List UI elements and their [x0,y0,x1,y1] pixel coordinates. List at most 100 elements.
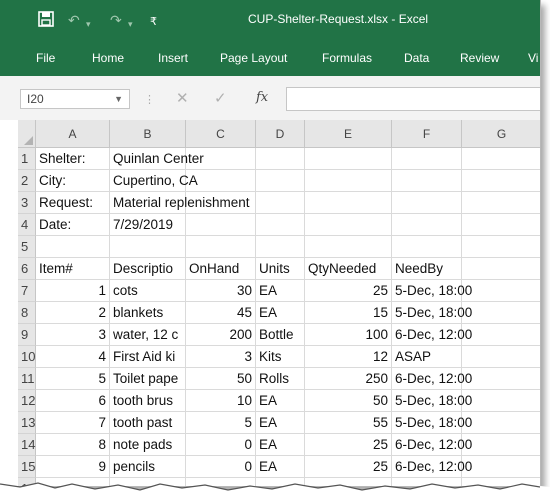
cell-g10[interactable] [462,346,540,368]
cell-e10[interactable]: 12 [305,346,392,368]
insert-function-icon[interactable]: fx [256,90,268,105]
cell-g4[interactable] [462,214,540,236]
cell-d8[interactable]: EA [256,302,305,324]
column-header-c[interactable]: C [186,120,256,148]
cell-c12[interactable]: 10 [186,390,256,412]
cell-f4[interactable] [392,214,462,236]
row-header-13[interactable]: 13 [18,412,36,434]
cell-b15[interactable]: pencils [110,456,186,478]
row-header-12[interactable]: 12 [18,390,36,412]
tab-formulas[interactable]: Formulas [322,51,372,65]
cell-b6[interactable]: Descriptio [110,258,186,280]
redo-icon[interactable]: ↷ [110,11,122,29]
cell-c6[interactable]: OnHand [186,258,256,280]
row-header-2[interactable]: 2 [18,170,36,192]
cell-a5[interactable] [36,236,110,258]
cell-f3[interactable] [392,192,462,214]
tab-insert[interactable]: Insert [158,51,188,65]
row-header-7[interactable]: 7 [18,280,36,302]
cell-g11[interactable] [462,368,540,390]
tab-data[interactable]: Data [404,51,429,65]
cell-d5[interactable] [256,236,305,258]
cell-b14[interactable]: note pads [110,434,186,456]
cell-e6[interactable]: QtyNeeded [305,258,392,280]
row-header-6[interactable]: 6 [18,258,36,280]
column-header-e[interactable]: E [305,120,392,148]
column-header-f[interactable]: F [392,120,462,148]
cell-e7[interactable]: 25 [305,280,392,302]
cell-c15[interactable]: 0 [186,456,256,478]
cell-c10[interactable]: 3 [186,346,256,368]
cell-a4[interactable]: Date: [36,214,110,236]
column-header-d[interactable]: D [256,120,305,148]
undo-dropdown-icon[interactable]: ▾ [86,15,91,33]
cell-a14[interactable]: 8 [36,434,110,456]
cell-b10[interactable]: First Aid ki [110,346,186,368]
cell-g5[interactable] [462,236,540,258]
cell-g3[interactable] [462,192,540,214]
column-header-b[interactable]: B [110,120,186,148]
cell-f5[interactable] [392,236,462,258]
cancel-icon[interactable]: ✕ [176,90,189,108]
cell-g1[interactable] [462,148,540,170]
cell-c11[interactable]: 50 [186,368,256,390]
cell-c8[interactable]: 45 [186,302,256,324]
cell-d15[interactable]: EA [256,456,305,478]
cell-a6[interactable]: Item# [36,258,110,280]
select-all-button[interactable] [18,120,36,148]
tab-file[interactable]: File [36,51,55,65]
cell-c7[interactable]: 30 [186,280,256,302]
cell-g9[interactable] [462,324,540,346]
cell-e3[interactable] [305,192,392,214]
cell-d10[interactable]: Kits [256,346,305,368]
cell-a2[interactable]: City: [36,170,110,192]
cell-e15[interactable]: 25 [305,456,392,478]
cell-g7[interactable] [462,280,540,302]
cell-f8[interactable]: 5-Dec, 18:00 [392,302,472,324]
cell-c3[interactable] [186,192,256,214]
column-header-a[interactable]: A [36,120,110,148]
cell-d9[interactable]: Bottle [256,324,305,346]
cell-f2[interactable] [392,170,462,192]
cell-c2[interactable] [186,170,256,192]
cell-a12[interactable]: 6 [36,390,110,412]
cell-e1[interactable] [305,148,392,170]
redo-dropdown-icon[interactable]: ▾ [128,15,133,33]
cell-a7[interactable]: 1 [36,280,110,302]
cell-b13[interactable]: tooth past [110,412,186,434]
cell-d3[interactable] [256,192,305,214]
cell-d7[interactable]: EA [256,280,305,302]
tab-view[interactable]: Vi [528,51,538,65]
cell-f15[interactable]: 6-Dec, 12:00 [392,456,472,478]
row-header-4[interactable]: 4 [18,214,36,236]
save-icon[interactable] [38,11,54,31]
cell-c1[interactable] [186,148,256,170]
cell-f6[interactable]: NeedBy [392,258,462,280]
cell-e2[interactable] [305,170,392,192]
cell-g8[interactable] [462,302,540,324]
cell-b9[interactable]: water, 12 c [110,324,186,346]
cell-e9[interactable]: 100 [305,324,392,346]
cell-d1[interactable] [256,148,305,170]
cell-e13[interactable]: 55 [305,412,392,434]
tab-page-layout[interactable]: Page Layout [220,51,287,65]
cell-b12[interactable]: tooth brus [110,390,186,412]
cell-b11[interactable]: Toilet pape [110,368,186,390]
customize-quick-access-icon[interactable]: ₹ [150,13,157,31]
cell-a11[interactable]: 5 [36,368,110,390]
row-header-5[interactable]: 5 [18,236,36,258]
tab-review[interactable]: Review [460,51,499,65]
cell-f1[interactable] [392,148,462,170]
row-header-9[interactable]: 9 [18,324,36,346]
cell-f14[interactable]: 6-Dec, 12:00 [392,434,472,456]
cell-b5[interactable] [110,236,186,258]
cell-c9[interactable]: 200 [186,324,256,346]
cell-d12[interactable]: EA [256,390,305,412]
cell-f11[interactable]: 6-Dec, 12:00 [392,368,472,390]
cell-a10[interactable]: 4 [36,346,110,368]
row-header-14[interactable]: 14 [18,434,36,456]
undo-icon[interactable]: ↶ [68,11,80,29]
row-header-1[interactable]: 1 [18,148,36,170]
tab-home[interactable]: Home [92,51,124,65]
cell-a3[interactable]: Request: [36,192,110,214]
